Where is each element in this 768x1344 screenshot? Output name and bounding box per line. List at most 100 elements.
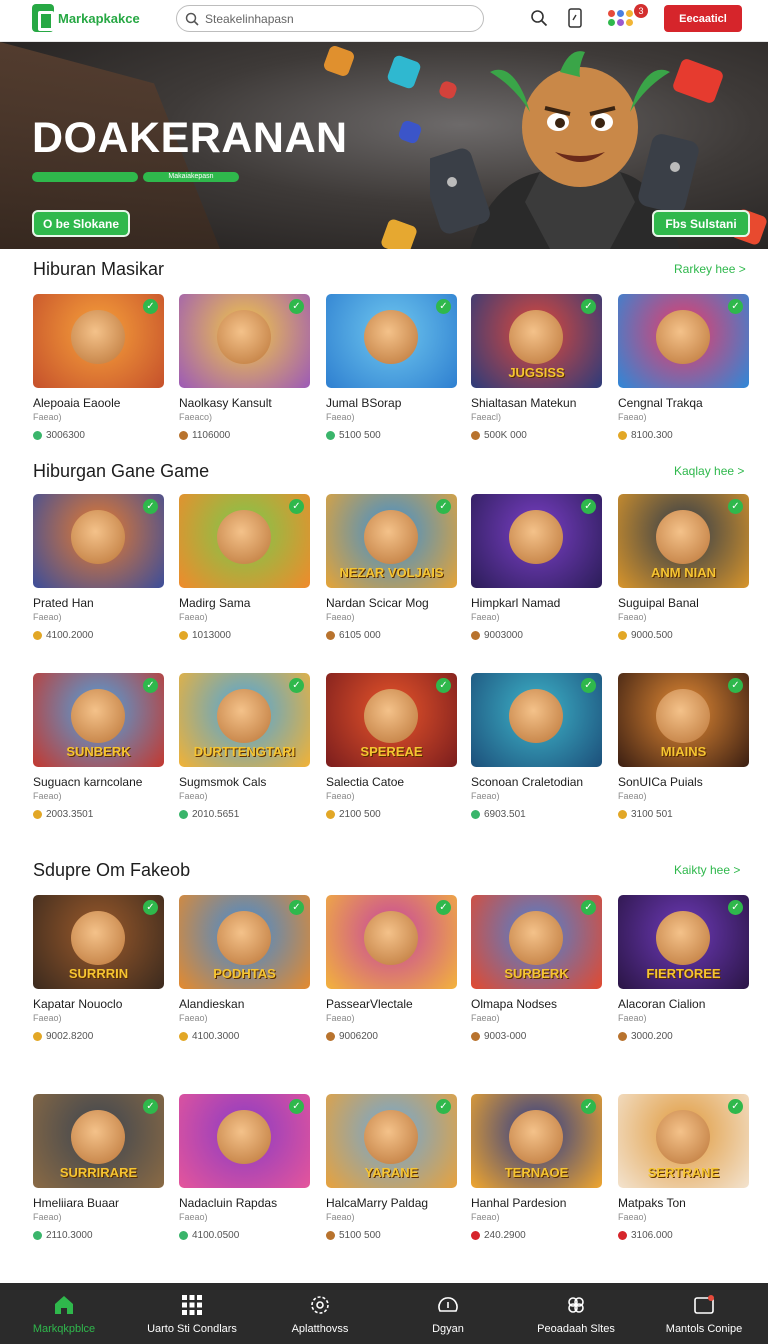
hero-secondary-button[interactable]: Fbs Sulstani [652, 210, 750, 237]
game-card[interactable]: ✓ ANM NIAN Suguipal Banal Faeao) 9000.500 [618, 494, 749, 641]
game-thumbnail[interactable]: ✓ SURRRIN [33, 895, 164, 989]
game-thumbnail[interactable]: ✓ SERTRANE [618, 1094, 749, 1188]
hero-primary-button[interactable]: O be Slokane [32, 210, 130, 237]
game-thumbnail[interactable]: ✓ ANM NIAN [618, 494, 749, 588]
game-title[interactable]: Jumal BSorap [326, 396, 457, 410]
game-card[interactable]: ✓ SPEREAE Salectia Catoe Faeao) 2100 500 [326, 673, 457, 820]
coin-icon [618, 810, 627, 819]
game-title[interactable]: Olmapa Nodses [471, 997, 602, 1011]
game-card[interactable]: ✓ Sconoan Craletodian Faeao) 6903.501 [471, 673, 602, 820]
game-thumbnail[interactable]: ✓ [326, 895, 457, 989]
game-card[interactable]: ✓ JUGSISS Shialtasan Matekun Faeacl) 500K 00… [471, 294, 602, 441]
game-title[interactable]: Alepoaia Eaoole [33, 396, 164, 410]
game-thumbnail[interactable]: ✓ NEZAR VOLJAIS [326, 494, 457, 588]
header-cta-button[interactable]: Eecaaticl [664, 5, 742, 32]
game-thumbnail[interactable]: ✓ TERNAOE [471, 1094, 602, 1188]
game-title[interactable]: SonUICa Puials [618, 775, 749, 789]
game-card[interactable]: ✓ Alepoaia Eaoole Faeao) 3006300 [33, 294, 164, 441]
game-card[interactable]: ✓ Naolkasy Kansult Faeaco) 1106000 [179, 294, 310, 441]
thumbnail-title-art: YARANE [364, 1165, 419, 1180]
game-card[interactable]: ✓ SURRRIN Kapatar Nouoclo Faeao) 9002.8200 [33, 895, 164, 1042]
see-more-link[interactable]: Kaqlay hee > [674, 464, 744, 478]
game-thumbnail[interactable]: ✓ MIAINS [618, 673, 749, 767]
game-title[interactable]: Prated Han [33, 596, 164, 610]
game-card[interactable]: ✓ FIERTOREE Alacoran Cialion Faeao) 3000.200 [618, 895, 749, 1042]
game-thumbnail[interactable]: ✓ YARANE [326, 1094, 457, 1188]
game-thumbnail[interactable]: ✓ SURRIRARE [33, 1094, 164, 1188]
game-thumbnail[interactable]: ✓ [33, 494, 164, 588]
game-thumbnail[interactable]: ✓ [33, 294, 164, 388]
game-thumbnail[interactable]: ✓ SURBERK [471, 895, 602, 989]
character-illustration [71, 510, 125, 564]
see-more-link[interactable]: Kaikty hee > [674, 863, 740, 877]
game-subtitle: Faeao) [179, 1212, 208, 1222]
nav-item[interactable]: Uarto Sti Condlars [128, 1283, 256, 1344]
game-title[interactable]: Nadacluin Rapdas [179, 1196, 310, 1210]
game-thumbnail[interactable]: ✓ [326, 294, 457, 388]
game-card[interactable]: ✓ MIAINS SonUICa Puials Faeao) 3100 501 [618, 673, 749, 820]
thumbnail-title-art: NEZAR VOLJAIS [339, 565, 444, 580]
game-card[interactable]: ✓ PODHTAS Alandieskan Faeao) 4100.3000 [179, 895, 310, 1042]
logo[interactable]: Markapkakce [32, 4, 140, 32]
nav-item[interactable]: Mantols Conipe [640, 1283, 768, 1344]
game-thumbnail[interactable]: ✓ SUNBERK [33, 673, 164, 767]
price-value: 8100.300 [631, 430, 673, 441]
game-thumbnail[interactable]: ✓ [179, 294, 310, 388]
see-more-link[interactable]: Rarkey hee > [674, 262, 746, 276]
game-thumbnail[interactable]: ✓ [471, 494, 602, 588]
game-card[interactable]: ✓ Jumal BSorap Faeao) 5100 500 [326, 294, 457, 441]
game-card[interactable]: ✓ NEZAR VOLJAIS Nardan Scicar Mog Faeao) 610… [326, 494, 457, 641]
game-title[interactable]: Sconoan Craletodian [471, 775, 602, 789]
game-card[interactable]: ✓ Prated Han Faeao) 4100.2000 [33, 494, 164, 641]
game-thumbnail[interactable]: ✓ DURTTENGTARI [179, 673, 310, 767]
game-title[interactable]: Madirg Sama [179, 596, 310, 610]
game-thumbnail[interactable]: ✓ [618, 294, 749, 388]
game-card[interactable]: ✓ PassearVlectale Faeao) 9006200 [326, 895, 457, 1042]
game-title[interactable]: Cengnal Trakqa [618, 396, 749, 410]
game-title[interactable]: Sugmsmok Cals [179, 775, 310, 789]
search-icon[interactable] [528, 7, 550, 29]
game-title[interactable]: HalcaMarry Paldag [326, 1196, 457, 1210]
phone-icon[interactable] [564, 7, 586, 29]
game-card[interactable]: ✓ SURBERK Olmapa Nodses Faeao) 9003-000 [471, 895, 602, 1042]
game-card[interactable]: ✓ SURRIRARE Hmeliiara Buaar Faeao) 2110.3000 [33, 1094, 164, 1241]
game-thumbnail[interactable]: ✓ [471, 673, 602, 767]
game-card[interactable]: ✓ YARANE HalcaMarry Paldag Faeao) 5100 500 [326, 1094, 457, 1241]
game-title[interactable]: Nardan Scicar Mog [326, 596, 457, 610]
game-thumbnail[interactable]: ✓ JUGSISS [471, 294, 602, 388]
game-title[interactable]: Himpkarl Namad [471, 596, 602, 610]
game-title[interactable]: Alacoran Cialion [618, 997, 749, 1011]
game-thumbnail[interactable]: ✓ FIERTOREE [618, 895, 749, 989]
search-bar[interactable] [176, 5, 484, 32]
game-thumbnail[interactable]: ✓ PODHTAS [179, 895, 310, 989]
game-thumbnail[interactable]: ✓ SPEREAE [326, 673, 457, 767]
game-card[interactable]: ✓ TERNAOE Hanhal Pardesion Faeao) 240.2900 [471, 1094, 602, 1241]
game-card[interactable]: ✓ Himpkarl Namad Faeao) 9003000 [471, 494, 602, 641]
nav-item[interactable]: Dgyan [384, 1283, 512, 1344]
game-title[interactable]: Shialtasan Matekun [471, 396, 602, 410]
apps-icon[interactable]: 3 [608, 4, 648, 30]
game-title[interactable]: Alandieskan [179, 997, 310, 1011]
game-title[interactable]: Hanhal Pardesion [471, 1196, 602, 1210]
search-input[interactable] [205, 11, 465, 26]
game-title[interactable]: Suguipal Banal [618, 596, 749, 610]
game-card[interactable]: ✓ Nadacluin Rapdas Faeao) 4100.0500 [179, 1094, 310, 1241]
game-title[interactable]: Kapatar Nouoclo [33, 997, 164, 1011]
hero-banner[interactable]: DOAKERANAN Makaiakepasn O be Slokane Fbs… [0, 42, 768, 249]
game-card[interactable]: ✓ DURTTENGTARI Sugmsmok Cals Faeao) 2010.565… [179, 673, 310, 820]
game-thumbnail[interactable]: ✓ [179, 494, 310, 588]
nav-item[interactable]: Aplatthovss [256, 1283, 384, 1344]
game-title[interactable]: Salectia Catoe [326, 775, 457, 789]
game-card[interactable]: ✓ SERTRANE Matpaks Ton Faeao) 3106.000 [618, 1094, 749, 1241]
game-card[interactable]: ✓ Cengnal Trakqa Faeao) 8100.300 [618, 294, 749, 441]
game-title[interactable]: Matpaks Ton [618, 1196, 749, 1210]
game-title[interactable]: Hmeliiara Buaar [33, 1196, 164, 1210]
nav-item[interactable]: Peoadaah Sltes [512, 1283, 640, 1344]
game-card[interactable]: ✓ SUNBERK Suguacn karncolane Faeao) 2003.350… [33, 673, 164, 820]
nav-item[interactable]: Markqkpblce [0, 1283, 128, 1344]
game-thumbnail[interactable]: ✓ [179, 1094, 310, 1188]
game-title[interactable]: PassearVlectale [326, 997, 457, 1011]
game-card[interactable]: ✓ Madirg Sama Faeao) 1013000 [179, 494, 310, 641]
game-title[interactable]: Naolkasy Kansult [179, 396, 310, 410]
game-title[interactable]: Suguacn karncolane [33, 775, 164, 789]
